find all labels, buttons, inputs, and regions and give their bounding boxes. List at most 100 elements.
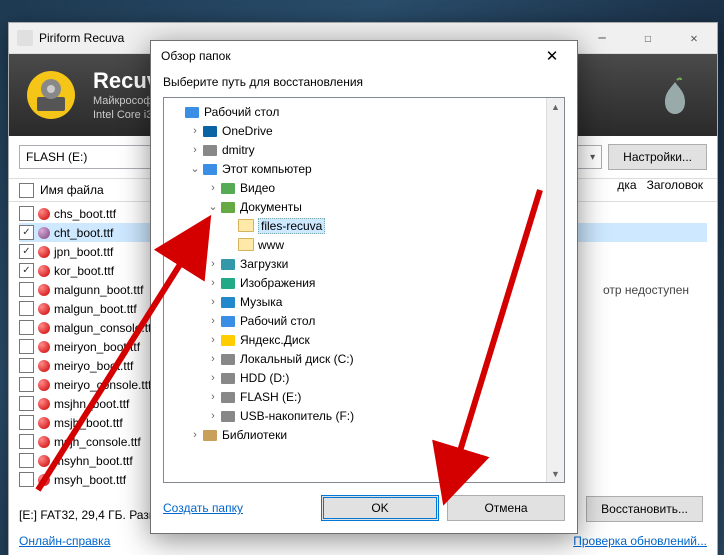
tree-node[interactable]: ⌄ Документы [166, 197, 562, 216]
tree-node[interactable]: files-recuva [166, 216, 562, 235]
row-checkbox[interactable] [19, 225, 34, 240]
tab-1[interactable]: дка [617, 178, 636, 192]
help-link[interactable]: Онлайн-справка [19, 534, 110, 548]
row-checkbox[interactable] [19, 263, 34, 278]
expand-toggle[interactable]: › [188, 144, 202, 156]
status-dot-icon [38, 455, 50, 467]
close-button[interactable]: ✕ [671, 23, 717, 53]
status-dot-icon [38, 208, 50, 220]
tree-node[interactable]: www [166, 235, 562, 254]
status-dot-icon [38, 436, 50, 448]
row-checkbox[interactable] [19, 244, 34, 259]
tree-node[interactable]: ›Рабочий стол [166, 311, 562, 330]
expand-toggle[interactable]: › [206, 410, 220, 422]
row-checkbox[interactable] [19, 282, 34, 297]
status-dot-icon [38, 322, 50, 334]
status-dot-icon [38, 303, 50, 315]
status-dot-icon [38, 341, 50, 353]
tree-label: Загрузки [240, 257, 288, 271]
dialog-close-button[interactable]: ✕ [537, 43, 567, 69]
scroll-down-button[interactable]: ▼ [547, 465, 564, 482]
folder-tree[interactable]: Рабочий стол›OneDrive›dmitry⌄Этот компью… [163, 97, 565, 483]
tree-label: USB-накопитель (F:) [240, 409, 354, 423]
row-checkbox[interactable] [19, 301, 34, 316]
cancel-button[interactable]: Отмена [447, 495, 565, 521]
tree-node[interactable]: ›OneDrive [166, 121, 562, 140]
settings-button[interactable]: Настройки... [608, 144, 707, 170]
lib-icon [202, 427, 218, 443]
tree-label: Документы [240, 200, 302, 214]
tree-label: FLASH (E:) [240, 390, 301, 404]
file-name: msjh_boot.ttf [54, 416, 123, 430]
tree-node[interactable]: ›Локальный диск (C:) [166, 349, 562, 368]
status-dot-icon [38, 474, 50, 486]
file-name: malgunn_boot.ttf [54, 283, 143, 297]
down-icon [220, 256, 236, 272]
tree-node[interactable]: › USB-накопитель (F:) [166, 406, 562, 425]
tree-node[interactable]: › Видео [166, 178, 562, 197]
file-name: msjh_console.ttf [54, 435, 141, 449]
tree-node[interactable]: ›Музыка [166, 292, 562, 311]
expand-toggle[interactable]: › [188, 125, 202, 137]
row-checkbox[interactable] [19, 396, 34, 411]
tree-node[interactable]: › FLASH (E:) [166, 387, 562, 406]
status-dot-icon [38, 417, 50, 429]
expand-toggle[interactable]: › [188, 429, 202, 441]
select-all-checkbox[interactable] [19, 183, 34, 198]
tree-node[interactable]: › Загрузки [166, 254, 562, 273]
file-name: cht_boot.ttf [54, 226, 113, 240]
tree-label: Библиотеки [222, 428, 287, 442]
row-checkbox[interactable] [19, 415, 34, 430]
minimize-button[interactable]: ─ [579, 23, 625, 53]
expand-toggle[interactable]: › [206, 372, 220, 384]
preview-tabs: дка Заголовок [617, 178, 703, 192]
expand-toggle[interactable]: ⌄ [206, 200, 220, 213]
expand-toggle[interactable]: ⌄ [188, 162, 202, 175]
drive-icon [220, 408, 236, 424]
tree-node[interactable]: › HDD (D:) [166, 368, 562, 387]
docs-icon [220, 199, 236, 215]
expand-toggle[interactable]: › [206, 391, 220, 403]
row-checkbox[interactable] [19, 206, 34, 221]
video-icon [220, 180, 236, 196]
row-checkbox[interactable] [19, 472, 34, 487]
expand-toggle[interactable]: › [206, 353, 220, 365]
tree-node[interactable]: Рабочий стол [166, 102, 562, 121]
tree-node[interactable]: ›dmitry [166, 140, 562, 159]
new-folder-button[interactable]: Создать папку [163, 496, 243, 520]
tree-label: Видео [240, 181, 275, 195]
row-checkbox[interactable] [19, 339, 34, 354]
browse-folder-dialog: Обзор папок ✕ Выберите путь для восстано… [150, 40, 578, 534]
expand-toggle[interactable]: › [206, 334, 220, 346]
scroll-up-button[interactable]: ▲ [547, 98, 564, 115]
expand-toggle[interactable]: › [206, 182, 220, 194]
row-checkbox[interactable] [19, 453, 34, 468]
tree-scrollbar[interactable]: ▲ ▼ [546, 98, 564, 482]
dialog-title: Обзор папок [161, 49, 537, 63]
row-checkbox[interactable] [19, 358, 34, 373]
row-checkbox[interactable] [19, 320, 34, 335]
expand-toggle[interactable]: › [206, 315, 220, 327]
tree-label: HDD (D:) [240, 371, 289, 385]
folder-icon [238, 237, 254, 253]
row-checkbox[interactable] [19, 377, 34, 392]
tree-node[interactable]: ›Яндекс.Диск [166, 330, 562, 349]
ydisk-icon [220, 332, 236, 348]
maximize-button[interactable]: ☐ [625, 23, 671, 53]
drive-icon [220, 389, 236, 405]
recover-button[interactable]: Восстановить... [586, 496, 703, 522]
updates-link[interactable]: Проверка обновлений... [573, 534, 707, 548]
col-name[interactable]: Имя файла [40, 183, 104, 197]
row-checkbox[interactable] [19, 434, 34, 449]
ok-button[interactable]: OK [321, 495, 439, 521]
expand-toggle[interactable]: › [206, 277, 220, 289]
tree-node[interactable]: ›Изображения [166, 273, 562, 292]
file-name: meiryon_boot.ttf [54, 340, 140, 354]
tab-2[interactable]: Заголовок [647, 178, 703, 192]
tree-node[interactable]: › Библиотеки [166, 425, 562, 444]
expand-toggle[interactable]: › [206, 296, 220, 308]
expand-toggle[interactable]: › [206, 258, 220, 270]
tree-node[interactable]: ⌄Этот компьютер [166, 159, 562, 178]
file-name: malgun_boot.ttf [54, 302, 137, 316]
folder-icon [238, 218, 254, 234]
